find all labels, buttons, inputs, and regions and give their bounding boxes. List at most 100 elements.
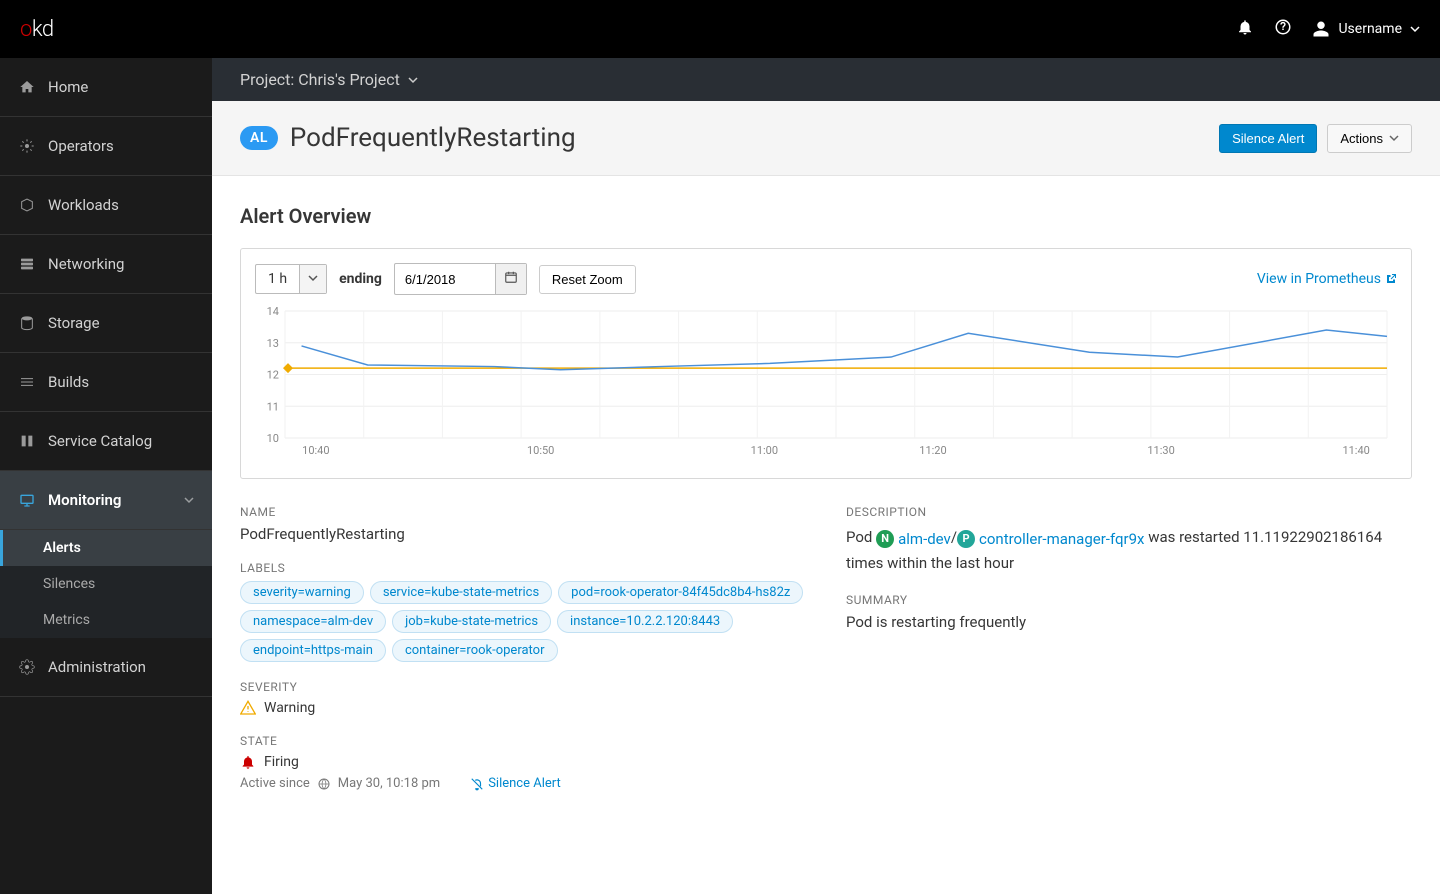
overview-title: Alert Overview [240, 204, 1412, 228]
label-pill[interactable]: job=kube-state-metrics [392, 610, 551, 633]
workloads-icon [18, 196, 36, 214]
user-menu[interactable]: Username [1312, 20, 1420, 38]
actions-dropdown-button[interactable]: Actions [1327, 124, 1412, 153]
summary-label: SUMMARY [846, 593, 1412, 607]
namespace-link[interactable]: Nalm-dev [876, 527, 951, 551]
label-pill[interactable]: instance=10.2.2.120:8443 [557, 610, 733, 633]
sidebar-item-service-catalog[interactable]: Service Catalog [0, 412, 212, 471]
monitoring-subnav: Alerts Silences Metrics [0, 530, 212, 638]
label-pill[interactable]: namespace=alm-dev [240, 610, 386, 633]
topbar: okd Username [0, 0, 1440, 58]
chart-panel: 1 h ending Reset Zoom View in Prometheus… [240, 248, 1412, 479]
operators-icon [18, 137, 36, 155]
timeseries-chart[interactable]: 10 11 12 13 14 10:40 10:50 11:00 11:20 11:30 11:40 [255, 305, 1397, 460]
silence-alert-button[interactable]: Silence Alert [1219, 124, 1317, 153]
sidebar-item-home[interactable]: Home [0, 58, 212, 117]
sidebar: Home Operators Workloads Networking Stor… [0, 58, 212, 894]
label-pill[interactable]: pod=rook-operator-84f45dc8b4-hs82z [558, 581, 803, 604]
catalog-icon [18, 432, 36, 450]
severity-label: SEVERITY [240, 680, 806, 694]
details-left-column: NAME PodFrequentlyRestarting LABELS seve… [240, 505, 806, 791]
label-pill[interactable]: severity=warning [240, 581, 364, 604]
svg-text:12: 12 [267, 369, 279, 382]
description-label: DESCRIPTION [846, 505, 1412, 519]
description-value: Pod Nalm-dev/Pcontroller-manager-fqr9x w… [846, 525, 1412, 575]
sidebar-item-label: Operators [48, 137, 114, 155]
username-label: Username [1338, 21, 1402, 37]
pod-badge: P [957, 530, 975, 548]
project-selector[interactable]: Project: Chris's Project [212, 58, 1440, 101]
home-icon [18, 78, 36, 96]
sidebar-item-networking[interactable]: Networking [0, 235, 212, 294]
namespace-badge: N [876, 530, 894, 548]
time-range-select[interactable]: 1 h [255, 264, 327, 294]
label-pill[interactable]: endpoint=https-main [240, 639, 386, 662]
state-value: Firing [240, 754, 806, 770]
sidebar-item-label: Networking [48, 255, 124, 273]
sidebar-item-workloads[interactable]: Workloads [0, 176, 212, 235]
resource-badge: AL [240, 126, 278, 150]
chevron-down-icon [1410, 24, 1420, 34]
notifications-icon[interactable] [1236, 18, 1254, 40]
globe-icon [318, 778, 330, 790]
logo-o: o [20, 17, 32, 42]
sidebar-sub-metrics[interactable]: Metrics [0, 602, 212, 638]
labels-container: severity=warning service=kube-state-metri… [240, 581, 806, 662]
builds-icon [18, 373, 36, 391]
sidebar-sub-silences[interactable]: Silences [0, 566, 212, 602]
sidebar-item-label: Builds [48, 373, 89, 391]
severity-value: Warning [240, 700, 806, 716]
sidebar-item-label: Home [48, 78, 88, 96]
end-date-input-group [394, 263, 527, 295]
svg-text:10: 10 [267, 432, 279, 445]
chevron-down-icon [184, 491, 194, 509]
active-since-value: May 30, 10:18 pm [338, 776, 440, 791]
name-value: PodFrequentlyRestarting [240, 525, 806, 543]
name-label: NAME [240, 505, 806, 519]
label-pill[interactable]: service=kube-state-metrics [370, 581, 552, 604]
calendar-icon[interactable] [495, 264, 526, 294]
sidebar-item-label: Monitoring [48, 491, 121, 509]
svg-text:11:30: 11:30 [1147, 444, 1174, 457]
svg-text:11:40: 11:40 [1342, 444, 1369, 457]
main-content: Project: Chris's Project AL PodFrequentl… [212, 58, 1440, 894]
summary-value: Pod is restarting frequently [846, 613, 1412, 631]
storage-icon [18, 314, 36, 332]
label-pill[interactable]: container=rook-operator [392, 639, 558, 662]
svg-text:11:00: 11:00 [751, 444, 778, 457]
sidebar-item-builds[interactable]: Builds [0, 353, 212, 412]
svg-text:10:40: 10:40 [302, 444, 329, 457]
svg-text:11: 11 [267, 400, 279, 413]
view-in-prometheus-link[interactable]: View in Prometheus [1257, 271, 1397, 287]
logo[interactable]: okd [20, 17, 54, 42]
ending-label: ending [339, 271, 382, 287]
external-link-icon [1385, 273, 1397, 285]
sidebar-item-storage[interactable]: Storage [0, 294, 212, 353]
svg-text:13: 13 [267, 337, 279, 350]
silence-icon [470, 777, 484, 791]
sidebar-item-label: Administration [48, 658, 146, 676]
sidebar-item-operators[interactable]: Operators [0, 117, 212, 176]
details-right-column: DESCRIPTION Pod Nalm-dev/Pcontroller-man… [846, 505, 1412, 791]
reset-zoom-button[interactable]: Reset Zoom [539, 265, 636, 294]
state-label: STATE [240, 734, 806, 748]
warning-icon [240, 700, 256, 716]
end-date-input[interactable] [395, 266, 495, 293]
sidebar-sub-alerts[interactable]: Alerts [0, 530, 212, 566]
monitoring-icon [18, 491, 36, 509]
sidebar-item-administration[interactable]: Administration [0, 638, 212, 697]
sidebar-item-monitoring[interactable]: Monitoring [0, 471, 212, 530]
chevron-down-icon [408, 75, 418, 85]
silence-alert-link[interactable]: Silence Alert [470, 776, 561, 791]
pod-link[interactable]: Pcontroller-manager-fqr9x [957, 527, 1144, 551]
active-since-label: Active since [240, 776, 310, 791]
logo-kd: kd [32, 17, 54, 42]
svg-text:11:20: 11:20 [919, 444, 946, 457]
bell-icon [240, 754, 256, 770]
labels-label: LABELS [240, 561, 806, 575]
svg-text:14: 14 [267, 305, 279, 318]
svg-text:10:50: 10:50 [527, 444, 554, 457]
help-icon[interactable] [1274, 18, 1292, 40]
user-icon [1312, 20, 1330, 38]
chevron-down-icon [299, 265, 326, 293]
